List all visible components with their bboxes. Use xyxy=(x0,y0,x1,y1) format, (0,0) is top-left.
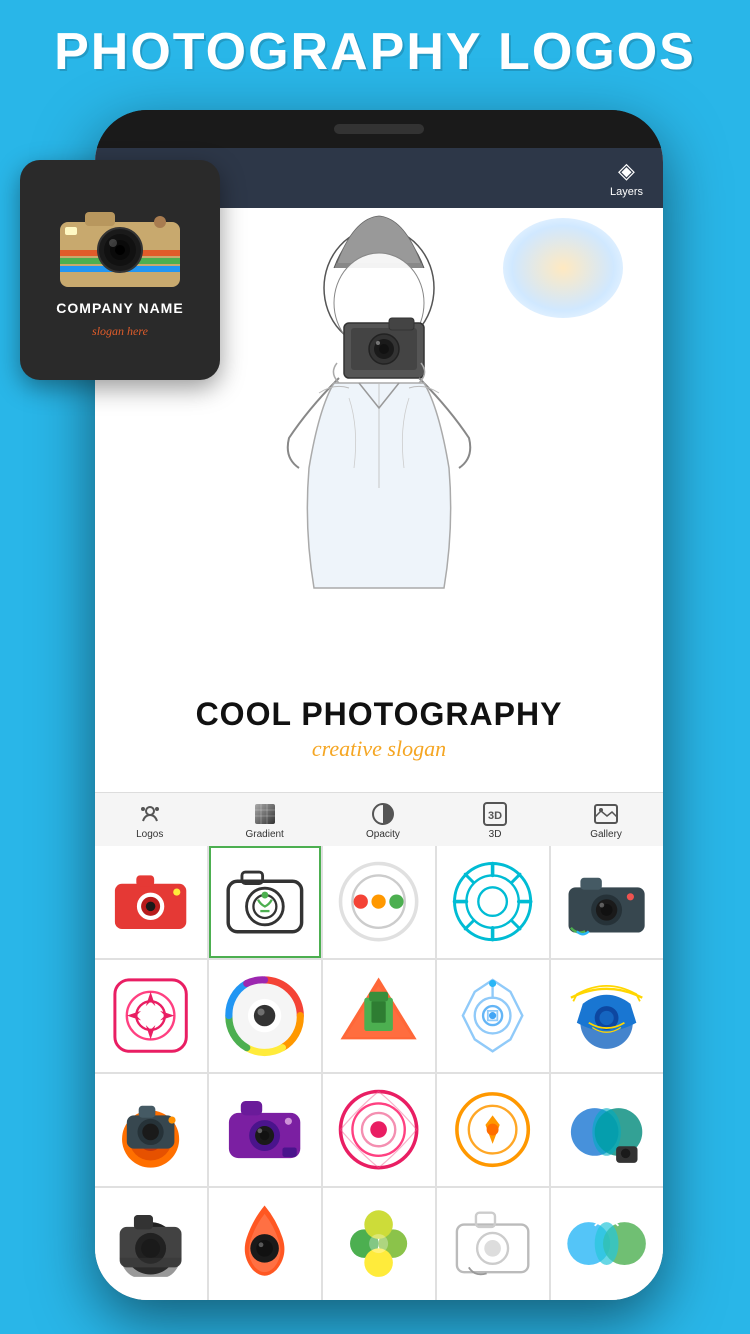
list-item[interactable] xyxy=(95,1188,207,1300)
list-item[interactable] xyxy=(551,1188,663,1300)
nav-gallery[interactable]: Gallery xyxy=(590,801,622,840)
opacity-label: Opacity xyxy=(366,829,400,840)
logo-grid: ★ xyxy=(95,846,663,1300)
nav-opacity[interactable]: Opacity xyxy=(366,801,400,840)
gallery-label: Gallery xyxy=(590,829,622,840)
list-item[interactable] xyxy=(437,1074,549,1186)
list-item[interactable] xyxy=(323,1074,435,1186)
gradient-label: Gradient xyxy=(245,829,283,840)
3d-label: 3D xyxy=(489,829,502,840)
preview-slogan: slogan here xyxy=(92,324,148,339)
svg-text:★: ★ xyxy=(121,932,128,940)
notch-speaker xyxy=(334,124,424,134)
nav-3d[interactable]: 3D 3D xyxy=(482,801,508,840)
list-item[interactable] xyxy=(551,1074,663,1186)
nav-logos[interactable]: Logos xyxy=(136,801,163,840)
list-item[interactable] xyxy=(95,960,207,1072)
layers-button[interactable]: ◈ Layers xyxy=(610,158,643,198)
phone-notch xyxy=(95,110,663,148)
list-item[interactable] xyxy=(437,1188,549,1300)
list-item[interactable] xyxy=(551,960,663,1072)
page-title: PHOTOGRAPHY LOGOS xyxy=(10,22,740,82)
list-item[interactable]: ★ xyxy=(95,846,207,958)
list-item[interactable] xyxy=(323,846,435,958)
list-item[interactable] xyxy=(437,960,549,1072)
list-item[interactable] xyxy=(437,846,549,958)
gallery-icon xyxy=(593,801,619,827)
canvas-main-text: COOL PHOTOGRAPHY xyxy=(95,697,663,732)
list-item[interactable] xyxy=(209,1188,321,1300)
preview-camera xyxy=(55,202,185,292)
list-item[interactable] xyxy=(323,960,435,1072)
logos-label: Logos xyxy=(136,829,163,840)
page-header: PHOTOGRAPHY LOGOS xyxy=(0,0,750,100)
logos-icon xyxy=(137,801,163,827)
nav-gradient[interactable]: Gradient xyxy=(245,801,283,840)
layers-label: Layers xyxy=(610,186,643,198)
layers-icon: ◈ xyxy=(618,158,635,184)
3d-icon: 3D xyxy=(482,801,508,827)
list-item[interactable] xyxy=(323,1188,435,1300)
svg-text:3D: 3D xyxy=(488,810,502,822)
list-item[interactable] xyxy=(95,1074,207,1186)
bottom-nav: Logos Gradient xyxy=(95,792,663,846)
list-item[interactable] xyxy=(551,846,663,958)
canvas-text: COOL PHOTOGRAPHY creative slogan xyxy=(95,697,663,762)
floating-preview: COMPANY NAME slogan here xyxy=(20,160,220,380)
opacity-icon xyxy=(370,801,396,827)
gradient-icon xyxy=(252,801,278,827)
list-item[interactable] xyxy=(209,960,321,1072)
canvas-slogan: creative slogan xyxy=(95,736,663,762)
list-item[interactable] xyxy=(209,846,321,958)
list-item[interactable] xyxy=(209,1074,321,1186)
preview-company-name: COMPANY NAME xyxy=(56,300,183,316)
